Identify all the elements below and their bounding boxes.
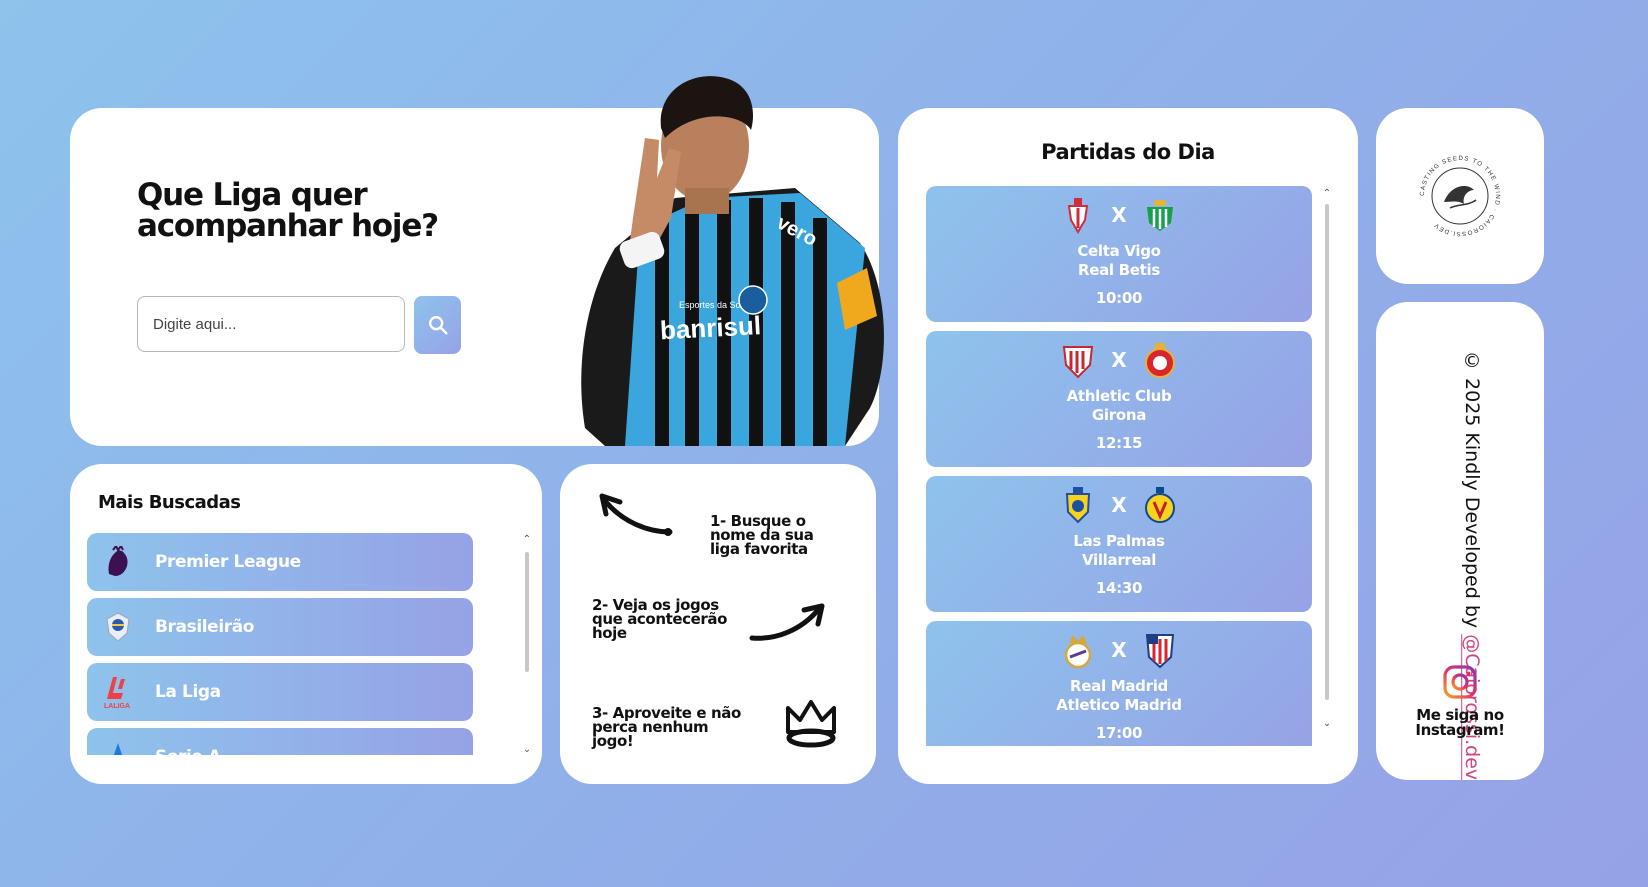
match-list[interactable]: X Celta Vigo Real Betis 10:00 X Athletic… (926, 186, 1312, 746)
match-time: 14:30 (1095, 579, 1143, 597)
hero-card: Que Liga quer acompanhar hoje? Digite aq… (70, 76, 884, 446)
away-team: Real Betis (1077, 261, 1161, 279)
match-time: 12:15 (1095, 434, 1143, 452)
match-card[interactable]: X Real Madrid Atletico Madrid 17:00 (926, 621, 1312, 746)
credit-copyright: © 2025 Kindly Developed by (1461, 350, 1483, 635)
brasileirao-logo-icon (101, 610, 135, 644)
match-list-scrollbar[interactable]: ⌃ ⌄ (1320, 188, 1334, 730)
scroll-down-icon[interactable]: ⌄ (520, 744, 534, 756)
home-team: Las Palmas (1073, 532, 1165, 550)
league-name: Brasileirão (155, 617, 255, 637)
league-name: Serie A (155, 747, 221, 755)
athletic-club-crest-icon (1059, 340, 1097, 380)
league-item-brasileirao[interactable]: Brasileirão (87, 598, 473, 656)
match-time: 10:00 (1095, 289, 1143, 307)
step-3-text: 3- Aproveite e não perca nenhum jogo! (592, 704, 741, 750)
step-1-text: 1- Busque o nome da sua liga favorita (710, 512, 814, 558)
search-input[interactable] (137, 296, 405, 352)
svg-text:LALIGA: LALIGA (104, 703, 130, 709)
mais-buscadas-card: Mais Buscadas Premier League Brasileirão (70, 464, 542, 784)
away-team: Atletico Madrid (1056, 696, 1182, 714)
mais-buscadas-title: Mais Buscadas (98, 492, 241, 513)
search-button[interactable] (414, 296, 461, 354)
league-list-scrollbar[interactable]: ⌃ ⌄ (520, 534, 534, 756)
credits-card: © 2025 Kindly Developed by @Caiorossi.de… (1376, 302, 1544, 780)
league-item-premier-league[interactable]: Premier League (87, 533, 473, 591)
arrow-left-icon (599, 493, 673, 536)
match-card[interactable]: X Celta Vigo Real Betis 10:00 (926, 186, 1312, 322)
serie-a-logo-icon (101, 740, 135, 755)
las-palmas-crest-icon (1059, 485, 1097, 525)
match-time: 17:00 (1095, 724, 1143, 742)
away-team: Villarreal (1081, 551, 1157, 569)
scroll-down-icon[interactable]: ⌄ (1320, 718, 1334, 730)
hero-title: Que Liga quer acompanhar hoje? (137, 177, 439, 244)
league-name: Premier League (155, 552, 301, 572)
partidas-title: Partidas do Dia (1041, 140, 1215, 164)
player-sponsor-text: banrisul (659, 310, 762, 345)
celta-vigo-crest-icon (1059, 195, 1097, 235)
league-list[interactable]: Premier League Brasileirão LALIGA La Lig… (87, 533, 473, 755)
scroll-up-icon[interactable]: ⌃ (1320, 188, 1334, 200)
partidas-card: Partidas do Dia X Celta Vigo Real Betis … (898, 108, 1358, 784)
search-icon (428, 316, 448, 335)
villarreal-crest-icon (1141, 485, 1179, 525)
instagram-follow-text: Me siga no Instagram! (1415, 706, 1505, 739)
atletico-madrid-crest-icon (1141, 630, 1179, 670)
brand-logo-icon: CASTING SEEDS TO THE WIND · CAIOROSSI.DE… (1419, 155, 1500, 237)
away-team: Girona (1091, 406, 1147, 424)
home-team: Celta Vigo (1077, 242, 1161, 260)
real-madrid-crest-icon (1059, 630, 1097, 670)
match-card[interactable]: X Athletic Club Girona 12:15 (926, 331, 1312, 467)
steps-card: 1- Busque o nome da sua liga favorita 2-… (560, 464, 876, 784)
arrow-right-icon (749, 603, 825, 641)
girona-crest-icon (1141, 340, 1179, 380)
vs-label: X (1111, 638, 1127, 662)
real-betis-crest-icon (1141, 195, 1179, 235)
gremio-badge-icon (738, 285, 768, 315)
league-item-laliga[interactable]: LALIGA La Liga (87, 663, 473, 721)
premier-league-logo-icon (101, 545, 135, 579)
league-item-serie-a[interactable]: Serie A (87, 728, 473, 755)
scroll-thumb[interactable] (1325, 204, 1329, 700)
scroll-up-icon[interactable]: ⌃ (520, 534, 534, 546)
laliga-logo-icon: LALIGA (101, 675, 135, 709)
scroll-thumb[interactable] (525, 552, 529, 672)
vs-label: X (1111, 348, 1127, 372)
vs-label: X (1111, 203, 1127, 227)
vs-label: X (1111, 493, 1127, 517)
player-photo: banrisul vero Esportes da Sorte (545, 68, 925, 446)
home-team: Real Madrid (1070, 677, 1168, 695)
home-team: Athletic Club (1066, 387, 1172, 405)
league-name: La Liga (155, 682, 221, 702)
crown-icon (786, 700, 836, 748)
step-2-text: 2- Veja os jogos que acontecerão hoje (592, 596, 728, 642)
match-card[interactable]: X Las Palmas Villarreal 14:30 (926, 476, 1312, 612)
brand-logo-card: CASTING SEEDS TO THE WIND · CAIOROSSI.DE… (1376, 108, 1544, 284)
instagram-icon[interactable] (1442, 664, 1478, 700)
